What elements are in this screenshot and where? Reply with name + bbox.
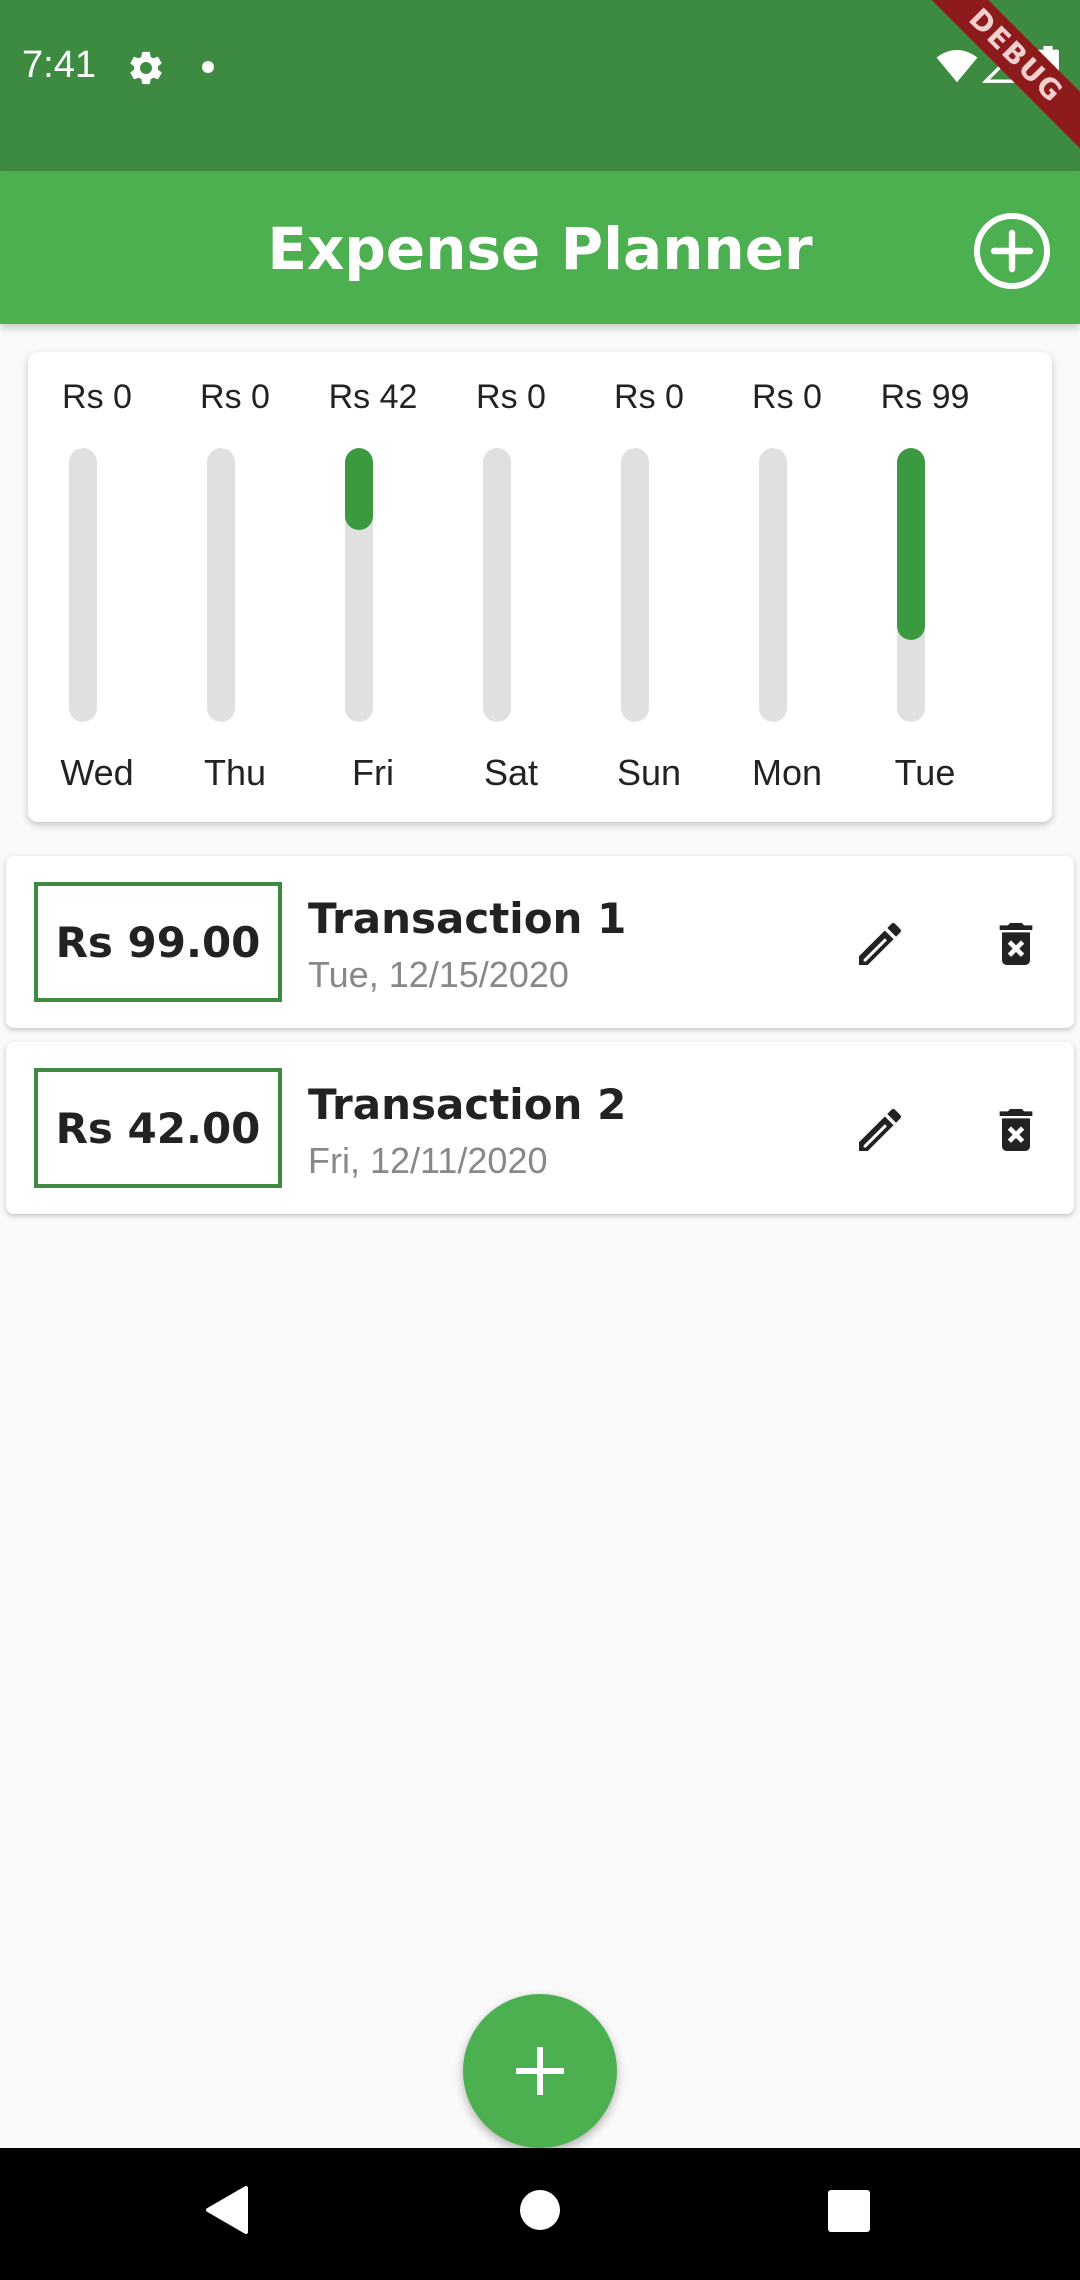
chart-bar-thu: Rs 0 Thu — [166, 352, 304, 822]
bar-amount-label: Rs 42 — [328, 378, 418, 416]
chart-bar-fri: Rs 42 Fri — [304, 352, 442, 822]
chart-bar-tue: Rs 99 Tue — [856, 352, 994, 822]
chart-bar-sat: Rs 0 Sat — [442, 352, 580, 822]
bar-amount-label: Rs 0 — [752, 378, 822, 416]
bar-track — [345, 448, 373, 722]
delete-icon[interactable] — [988, 916, 1044, 972]
recents-icon[interactable] — [828, 2190, 870, 2232]
back-icon[interactable] — [204, 2184, 250, 2236]
bar-amount-label: Rs 0 — [614, 378, 684, 416]
add-transaction-button[interactable] — [463, 1994, 617, 2148]
edit-icon[interactable] — [852, 916, 908, 972]
bar-day-label: Thu — [203, 752, 267, 793]
chart-bar-mon: Rs 0 Mon — [718, 352, 856, 822]
transaction-title: Transaction 1 — [308, 894, 627, 943]
bar-day-label: Mon — [751, 752, 823, 793]
bar-day-label: Tue — [894, 752, 956, 793]
app-bar: Expense Planner — [0, 171, 1080, 324]
home-icon[interactable] — [518, 2188, 562, 2232]
edit-icon[interactable] — [852, 1102, 908, 1158]
add-circle-icon[interactable] — [972, 211, 1052, 291]
status-bar: 7:41 DEBUG — [0, 0, 1080, 171]
bar-day-label: Wed — [60, 752, 134, 793]
bar-day-label: Sun — [616, 752, 682, 793]
wifi-icon — [936, 50, 978, 83]
bar-track — [69, 448, 97, 722]
weekly-chart-card: Rs 0 Wed Rs 0 Thu Rs 42 Fri Rs 0 Sat Rs … — [28, 352, 1052, 822]
bar-track — [897, 448, 925, 722]
plus-icon — [516, 2047, 564, 2095]
delete-icon[interactable] — [988, 1102, 1044, 1158]
transaction-amount: Rs 99.00 — [34, 882, 282, 1002]
chart-bar-wed: Rs 0 Wed — [28, 352, 166, 822]
chart-bar-sun: Rs 0 Sun — [580, 352, 718, 822]
bar-track — [483, 448, 511, 722]
system-nav-bar — [0, 2148, 1080, 2280]
transaction-amount: Rs 42.00 — [34, 1068, 282, 1188]
bar-track — [759, 448, 787, 722]
transaction-card: Rs 42.00 Transaction 2 Fri, 12/11/2020 — [6, 1042, 1074, 1214]
transaction-card: Rs 99.00 Transaction 1 Tue, 12/15/2020 — [6, 856, 1074, 1028]
bar-amount-label: Rs 0 — [200, 378, 270, 416]
bar-track — [207, 448, 235, 722]
status-time: 7:41 — [22, 44, 96, 86]
bar-day-label: Fri — [352, 752, 394, 793]
bar-amount-label: Rs 0 — [476, 378, 546, 416]
page-title: Expense Planner — [267, 215, 813, 283]
transaction-title: Transaction 2 — [308, 1080, 627, 1129]
gear-icon — [130, 51, 162, 85]
bar-fill — [345, 448, 373, 530]
notification-dot — [202, 61, 214, 73]
bar-fill — [897, 448, 925, 640]
transaction-date: Fri, 12/11/2020 — [308, 1140, 548, 1181]
transaction-date: Tue, 12/15/2020 — [308, 954, 569, 995]
bar-amount-label: Rs 0 — [62, 378, 132, 416]
bar-track — [621, 448, 649, 722]
bar-day-label: Sat — [483, 752, 539, 793]
bar-amount-label: Rs 99 — [880, 378, 970, 416]
